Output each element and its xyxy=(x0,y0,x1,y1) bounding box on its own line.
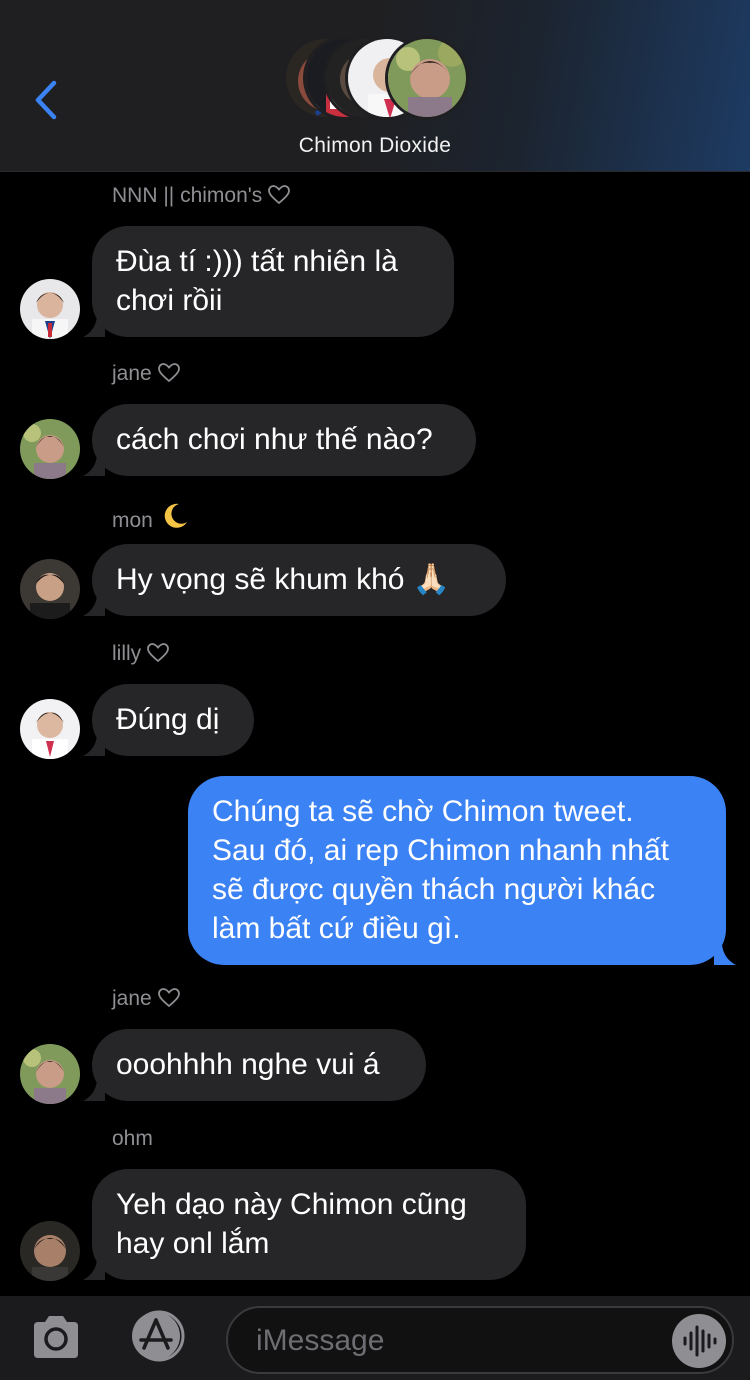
sender-name: mon xyxy=(112,502,189,536)
sender-name: ohm xyxy=(112,1127,153,1150)
message-bubble[interactable]: Yeh dạo này Chimon cũng hay onl lắm xyxy=(83,1169,526,1280)
sender-name: jane xyxy=(112,987,180,1014)
group-avatar-stack[interactable] xyxy=(283,36,473,120)
avatar[interactable] xyxy=(20,419,80,479)
heart-outline-icon xyxy=(147,643,170,669)
bubble-tail xyxy=(83,730,105,756)
group-avatar-5 xyxy=(385,36,469,120)
outgoing-message-bubble[interactable]: Chúng ta sẽ chờ Chimon tweet. Sau đó, ai… xyxy=(188,776,736,965)
audio-waveform-icon xyxy=(683,1325,717,1357)
message-bubble[interactable]: Đùa tí :))) tất nhiên là chơi rồii xyxy=(83,226,454,337)
heart-outline-icon xyxy=(157,988,180,1014)
back-button[interactable] xyxy=(28,78,68,122)
message-bubble[interactable]: Đúng dị xyxy=(83,684,254,756)
group-name[interactable]: Chimon Dioxide xyxy=(0,134,750,158)
avatar[interactable] xyxy=(20,1044,80,1104)
message-text-line: Hy vọng sẽ khum khó 🙏🏻 xyxy=(116,563,451,596)
heart-outline-icon xyxy=(268,185,291,211)
sender-name: jane xyxy=(112,362,180,389)
bubble-tail xyxy=(714,939,736,965)
message-text-line: Đúng dị xyxy=(116,703,220,736)
avatar[interactable] xyxy=(20,279,80,339)
message-text-line: Chúng ta sẽ chờ Chimon tweet. xyxy=(212,795,634,828)
avatar[interactable] xyxy=(20,559,80,619)
message-text-line: ooohhhh nghe vui á xyxy=(116,1048,380,1081)
app-store-button[interactable] xyxy=(126,1310,192,1362)
avatar[interactable] xyxy=(20,1221,80,1281)
message-bubble[interactable]: ooohhhh nghe vui á xyxy=(83,1029,426,1101)
audio-message-button[interactable] xyxy=(672,1314,726,1368)
message-text-line: chơi rồii xyxy=(116,284,223,317)
message-input-field[interactable] xyxy=(226,1306,734,1374)
camera-button[interactable] xyxy=(30,1314,82,1360)
camera-icon xyxy=(34,1316,78,1358)
message-text-line: làm bất cứ điều gì. xyxy=(212,912,461,945)
message-input[interactable] xyxy=(256,1320,656,1362)
bubble-tail xyxy=(83,1075,105,1101)
bubble-tail xyxy=(83,590,105,616)
message-text-line: cách chơi như thế nào? xyxy=(116,423,433,456)
app-store-icon xyxy=(132,1310,185,1362)
chevron-left-icon xyxy=(35,80,57,120)
message-bubble[interactable]: cách chơi như thế nào? xyxy=(83,404,476,476)
message-bubble[interactable]: Hy vọng sẽ khum khó 🙏🏻 xyxy=(83,544,506,616)
avatar[interactable] xyxy=(20,699,80,759)
conversation-header: Chimon Dioxide xyxy=(0,0,750,172)
bubble-tail xyxy=(83,450,105,476)
bubble-tail xyxy=(83,1254,105,1280)
sender-name: lilly xyxy=(112,642,170,669)
sender-name: NNN || chimon's xyxy=(112,184,291,211)
message-text-line: sẽ được quyền thách người khác xyxy=(212,873,656,906)
composer-bar xyxy=(0,1296,750,1380)
message-text-line: hay onl lắm xyxy=(116,1227,270,1260)
bubble-tail xyxy=(83,311,105,337)
heart-outline-icon xyxy=(157,363,180,389)
message-text-line: Sau đó, ai rep Chimon nhanh nhất xyxy=(212,834,669,867)
crescent-moon-icon xyxy=(159,502,189,536)
message-text-line: Đùa tí :))) tất nhiên là xyxy=(116,245,398,278)
message-text-line: Yeh dạo này Chimon cũng xyxy=(116,1188,467,1221)
